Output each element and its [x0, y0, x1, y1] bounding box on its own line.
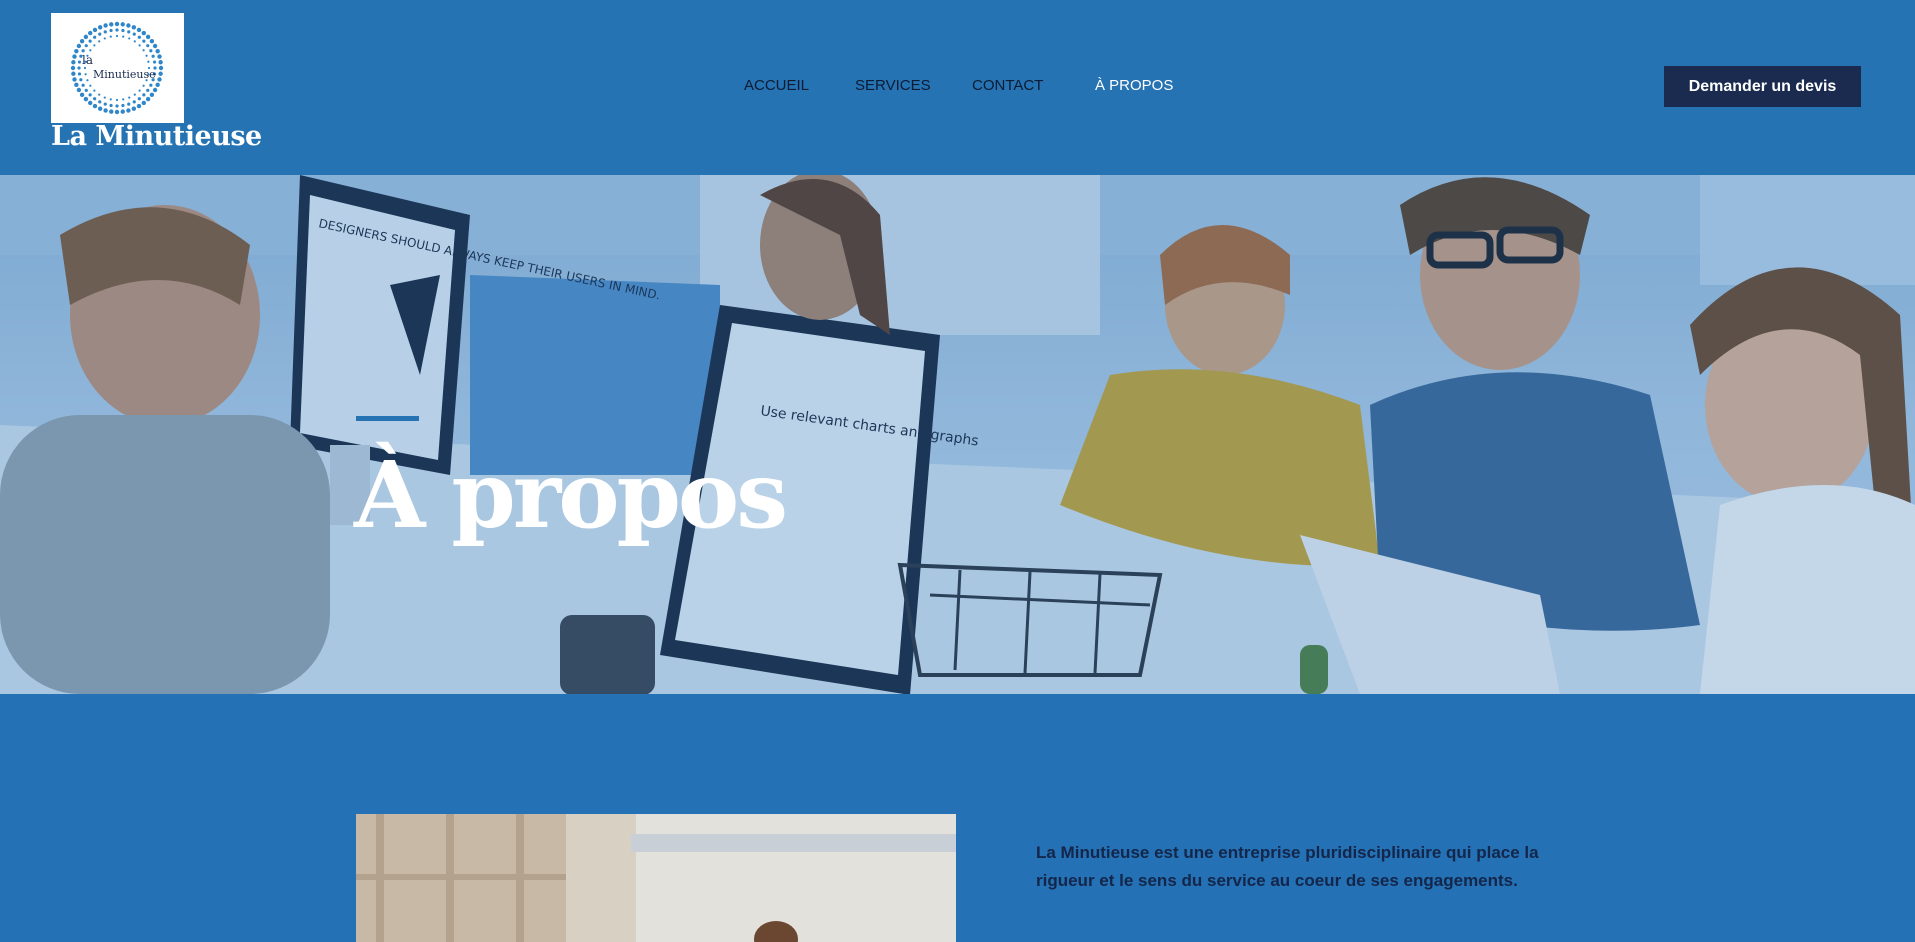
request-quote-button[interactable]: Demander un devis [1664, 66, 1861, 107]
about-paragraph: La Minutieuse est une entreprise pluridi… [1036, 843, 1539, 890]
hero-banner: DESIGNERS SHOULD ALWAYS KEEP THEIR USERS… [0, 175, 1915, 694]
nav-item-accueil[interactable]: ACCUEIL [744, 77, 809, 94]
hero-overlay [0, 175, 1915, 694]
about-photo [356, 814, 956, 942]
logo-la-text: la [82, 53, 93, 67]
logo-main-text: Minutieuse [93, 68, 156, 81]
nav-item-contact[interactable]: CONTACT [972, 77, 1043, 94]
site-header: la Minutieuse La Minutieuse ACCUEIL SERV… [0, 0, 1915, 175]
logo[interactable]: la Minutieuse [51, 13, 184, 123]
page-title: À propos [354, 441, 788, 549]
nav-item-a-propos[interactable]: À PROPOS [1095, 77, 1173, 94]
nav-item-services[interactable]: SERVICES [855, 77, 931, 94]
brand-name[interactable]: La Minutieuse [51, 121, 262, 152]
logo-emblem-icon: la Minutieuse [70, 21, 164, 115]
hero-accent-bar [356, 416, 419, 421]
